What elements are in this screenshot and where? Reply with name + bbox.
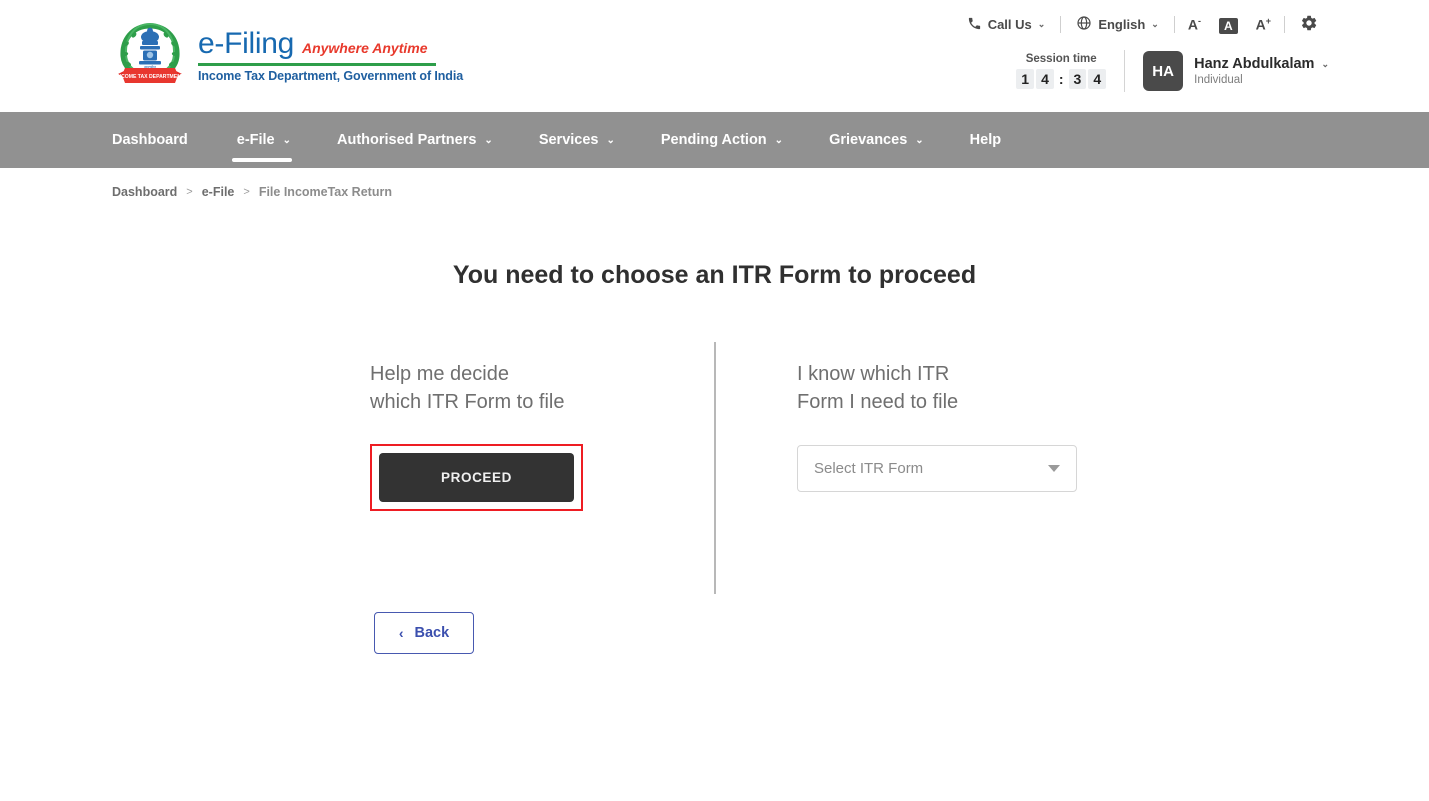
help-me-decide-heading: Help me decide which ITR Form to file: [370, 363, 565, 413]
nav-item-pending-action[interactable]: Pending Action ⌄: [638, 112, 806, 168]
india-emblem-income-tax-icon: सत्यमेव INCOME TAX DEPARTMENT: [112, 18, 188, 92]
user-type: Individual: [1194, 74, 1243, 86]
i-know-itr-panel: I know which ITR Form I need to file Sel…: [797, 360, 1077, 492]
brand-logo[interactable]: सत्यमेव INCOME TAX DEPARTMENT e-Filing A…: [112, 18, 463, 92]
chevron-down-icon: ⌄: [915, 134, 924, 146]
session-timer: Session time 1 4 : 3 4: [1016, 53, 1124, 89]
language-label: English: [1098, 17, 1146, 32]
brand-department: Income Tax Department, Government of Ind…: [198, 69, 464, 83]
session-time-value: 1 4 : 3 4: [1016, 69, 1107, 89]
breadcrumb: Dashboard > e-File > File IncomeTax Retu…: [0, 168, 1429, 199]
chevron-left-icon: ‹: [398, 625, 404, 641]
nav-label: e-File: [236, 132, 275, 148]
brand-divider: [198, 63, 436, 66]
font-decrease-label: A: [1187, 16, 1198, 33]
nav-label: Grievances: [829, 132, 908, 148]
nav-item-authorised-partners[interactable]: Authorised Partners ⌄: [314, 112, 516, 168]
itr-choice-panels: Help me decide which ITR Form to file PR…: [0, 342, 1429, 602]
font-increase-sup: +: [1265, 16, 1271, 27]
svg-text:INCOME TAX DEPARTMENT: INCOME TAX DEPARTMENT: [116, 74, 185, 80]
i-know-itr-heading: I know which ITR Form I need to file: [797, 363, 959, 413]
proceed-highlight: PROCEED: [370, 444, 583, 511]
panel-divider: [714, 342, 716, 594]
nav-label: Pending Action: [660, 132, 767, 148]
nav-item-e-file[interactable]: e-File ⌄: [214, 112, 314, 168]
call-us-label: Call Us: [987, 17, 1032, 32]
proceed-button[interactable]: PROCEED: [379, 453, 574, 502]
select-itr-form-dropdown[interactable]: Select ITR Form: [797, 445, 1077, 492]
session-time-label: Session time: [1025, 53, 1097, 65]
breadcrumb-item-dashboard[interactable]: Dashboard: [112, 185, 177, 199]
brand-tagline: Anywhere Anytime: [301, 40, 428, 56]
header-utility-bar: Call Us ⌄ English ⌄ A- A A+: [956, 14, 1329, 35]
font-decrease-sup: -: [1197, 16, 1201, 27]
chevron-down-icon: ⌄: [1037, 19, 1046, 29]
chevron-down-icon: ⌄: [282, 134, 292, 146]
gear-icon: [1300, 14, 1318, 35]
efiling-page: सत्यमेव INCOME TAX DEPARTMENT e-Filing A…: [0, 0, 1429, 801]
main-navigation: Dashboard e-File ⌄ Authorised Partners ⌄…: [0, 112, 1429, 168]
breadcrumb-item-file-income-tax-return: File IncomeTax Return: [258, 185, 392, 199]
nav-item-help[interactable]: Help: [947, 112, 1024, 168]
site-header: सत्यमेव INCOME TAX DEPARTMENT e-Filing A…: [0, 0, 1429, 112]
breadcrumb-item-e-file[interactable]: e-File: [202, 185, 235, 199]
font-increase-button[interactable]: A+: [1247, 16, 1280, 33]
call-us-menu[interactable]: Call Us ⌄: [956, 16, 1057, 34]
chevron-down-icon: ⌄: [1321, 58, 1329, 69]
back-button-label: Back: [414, 625, 450, 641]
session-second-1: 3: [1068, 69, 1087, 89]
select-itr-form-value: Select ITR Form: [814, 460, 924, 477]
chevron-down-icon: ⌄: [774, 134, 784, 146]
header-separator: [1284, 16, 1285, 33]
help-me-decide-panel: Help me decide which ITR Form to file PR…: [370, 360, 583, 511]
session-minute-2: 4: [1036, 69, 1054, 89]
nav-item-grievances[interactable]: Grievances ⌄: [806, 112, 947, 168]
nav-label: Services: [538, 132, 599, 148]
nav-item-dashboard[interactable]: Dashboard: [112, 112, 214, 168]
brand-name: e-Filing: [198, 27, 294, 60]
language-menu[interactable]: English ⌄: [1065, 15, 1170, 34]
nav-label: Dashboard: [112, 132, 188, 148]
header-separator: [1173, 16, 1175, 33]
session-second-2: 4: [1088, 69, 1107, 89]
font-normal-label: A: [1218, 17, 1238, 34]
font-decrease-button[interactable]: A-: [1179, 16, 1210, 33]
breadcrumb-separator: >: [186, 186, 193, 198]
chevron-down-icon: ⌄: [1151, 19, 1159, 29]
page-title: You need to choose an ITR Form to procee…: [452, 261, 977, 289]
avatar: HA: [1143, 51, 1184, 91]
nav-label: Authorised Partners: [337, 132, 477, 148]
globe-icon: [1076, 15, 1092, 34]
user-menu[interactable]: HA Hanz Abdulkalam ⌄ Individual: [1125, 51, 1329, 91]
chevron-down-icon: ⌄: [606, 134, 615, 146]
nav-label: Help: [969, 132, 1002, 148]
font-increase-label: A: [1255, 16, 1266, 33]
phone-icon: [967, 16, 982, 34]
header-separator: [1060, 16, 1062, 33]
font-normal-button[interactable]: A: [1210, 17, 1247, 34]
breadcrumb-separator: >: [243, 186, 250, 198]
chevron-down-icon: ⌄: [484, 134, 493, 146]
chevron-down-icon: [1048, 465, 1060, 472]
session-colon: :: [1058, 71, 1064, 87]
settings-button[interactable]: [1289, 14, 1329, 35]
back-button[interactable]: ‹ Back: [374, 612, 474, 654]
session-minute-1: 1: [1016, 69, 1035, 89]
header-session-user: Session time 1 4 : 3 4 HA Hanz Abdulkala…: [1016, 50, 1329, 92]
user-name: Hanz Abdulkalam: [1194, 56, 1315, 72]
nav-item-services[interactable]: Services ⌄: [516, 112, 638, 168]
